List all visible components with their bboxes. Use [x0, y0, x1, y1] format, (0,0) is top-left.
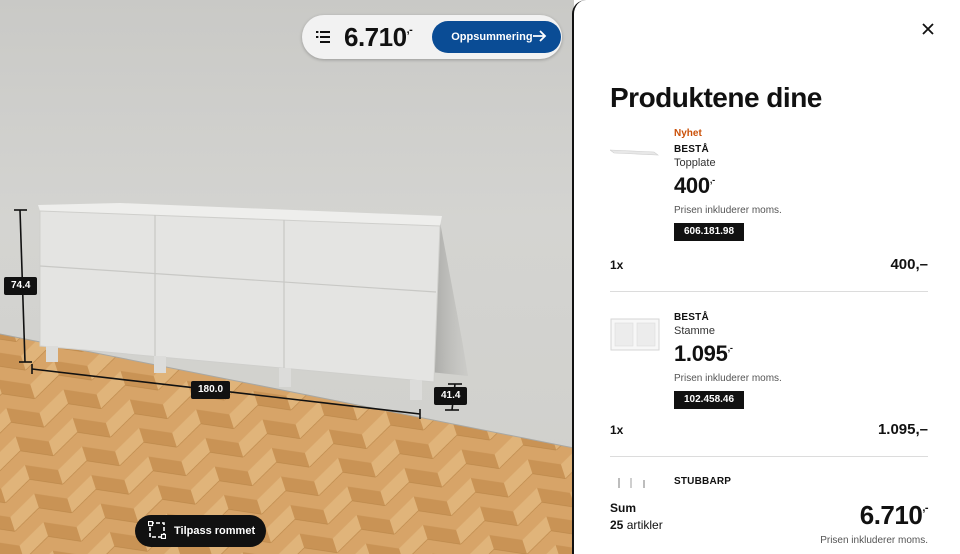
product-description: Topplate: [674, 157, 716, 169]
item-count: 25 artikler: [610, 518, 663, 532]
product-description: Stamme: [674, 325, 715, 337]
quantity: 1x: [610, 423, 624, 437]
cabinet-leg: [410, 380, 422, 400]
cabinet-leg: [46, 346, 58, 362]
product-price: 400,-: [674, 173, 715, 198]
room-scene: [0, 203, 574, 554]
product-name: BESTÅ: [674, 312, 709, 323]
close-icon[interactable]: [918, 19, 938, 39]
cabinet-leg: [154, 356, 166, 373]
product-item[interactable]: BESTÅ Stamme 1.095,- Prisen inkluderer m…: [610, 312, 928, 442]
divider: [610, 291, 928, 292]
price-summary-bar: 6.710,- Oppsummering: [302, 15, 562, 59]
width-dimension-label: 180.0: [191, 381, 231, 399]
depth-dimension-label: 41.4: [434, 387, 468, 405]
product-name: BESTÅ: [674, 144, 709, 155]
products-panel: Produktene dine Nyhet BESTÅ Topplate 400…: [572, 0, 960, 554]
order-summary: Sum 25 artikler 6.710,- Prisen inkludere…: [610, 498, 928, 554]
product-price: 1.095,-: [674, 341, 733, 366]
summary-button[interactable]: Oppsummering: [432, 21, 561, 53]
new-badge: Nyhet: [674, 128, 702, 139]
height-dimension-label: 74.4: [4, 277, 38, 295]
vat-note: Prisen inkluderer moms.: [674, 373, 782, 384]
room-layout-icon: [147, 520, 167, 542]
product-thumbnail: [609, 142, 660, 182]
product-thumbnail: [610, 316, 660, 356]
cabinet-leg: [279, 368, 291, 387]
sum-price: 6.710,-: [859, 500, 929, 530]
summary-button-label: Oppsummering: [451, 31, 533, 43]
panel-title: Produktene dine: [610, 82, 822, 113]
planner-3d-view[interactable]: 74.4 180.0 41.4 6.710,- Oppsummering Til…: [0, 0, 574, 554]
product-name: STUBBARP: [674, 476, 732, 487]
customize-room-button[interactable]: Tilpass rommet: [135, 515, 266, 547]
quantity: 1x: [610, 258, 624, 272]
article-number: 606.181.98: [674, 223, 745, 241]
sum-label: Sum: [610, 501, 637, 515]
vat-note: Prisen inkluderer moms.: [674, 205, 782, 216]
product-item[interactable]: Nyhet BESTÅ Topplate 400,- Prisen inklud…: [609, 128, 928, 278]
divider: [610, 456, 928, 457]
list-icon[interactable]: [316, 28, 332, 46]
product-item[interactable]: STUBBARP: [610, 476, 928, 498]
article-number: 102.458.46: [674, 391, 745, 409]
line-total: 1.095,–: [877, 421, 928, 438]
line-total: 400,–: [890, 256, 928, 273]
customize-room-label: Tilpass rommet: [174, 525, 256, 537]
total-price: 6.710,-: [344, 21, 413, 52]
arrow-right-icon: [532, 29, 547, 45]
vat-note: Prisen inkluderer moms.: [820, 535, 928, 546]
